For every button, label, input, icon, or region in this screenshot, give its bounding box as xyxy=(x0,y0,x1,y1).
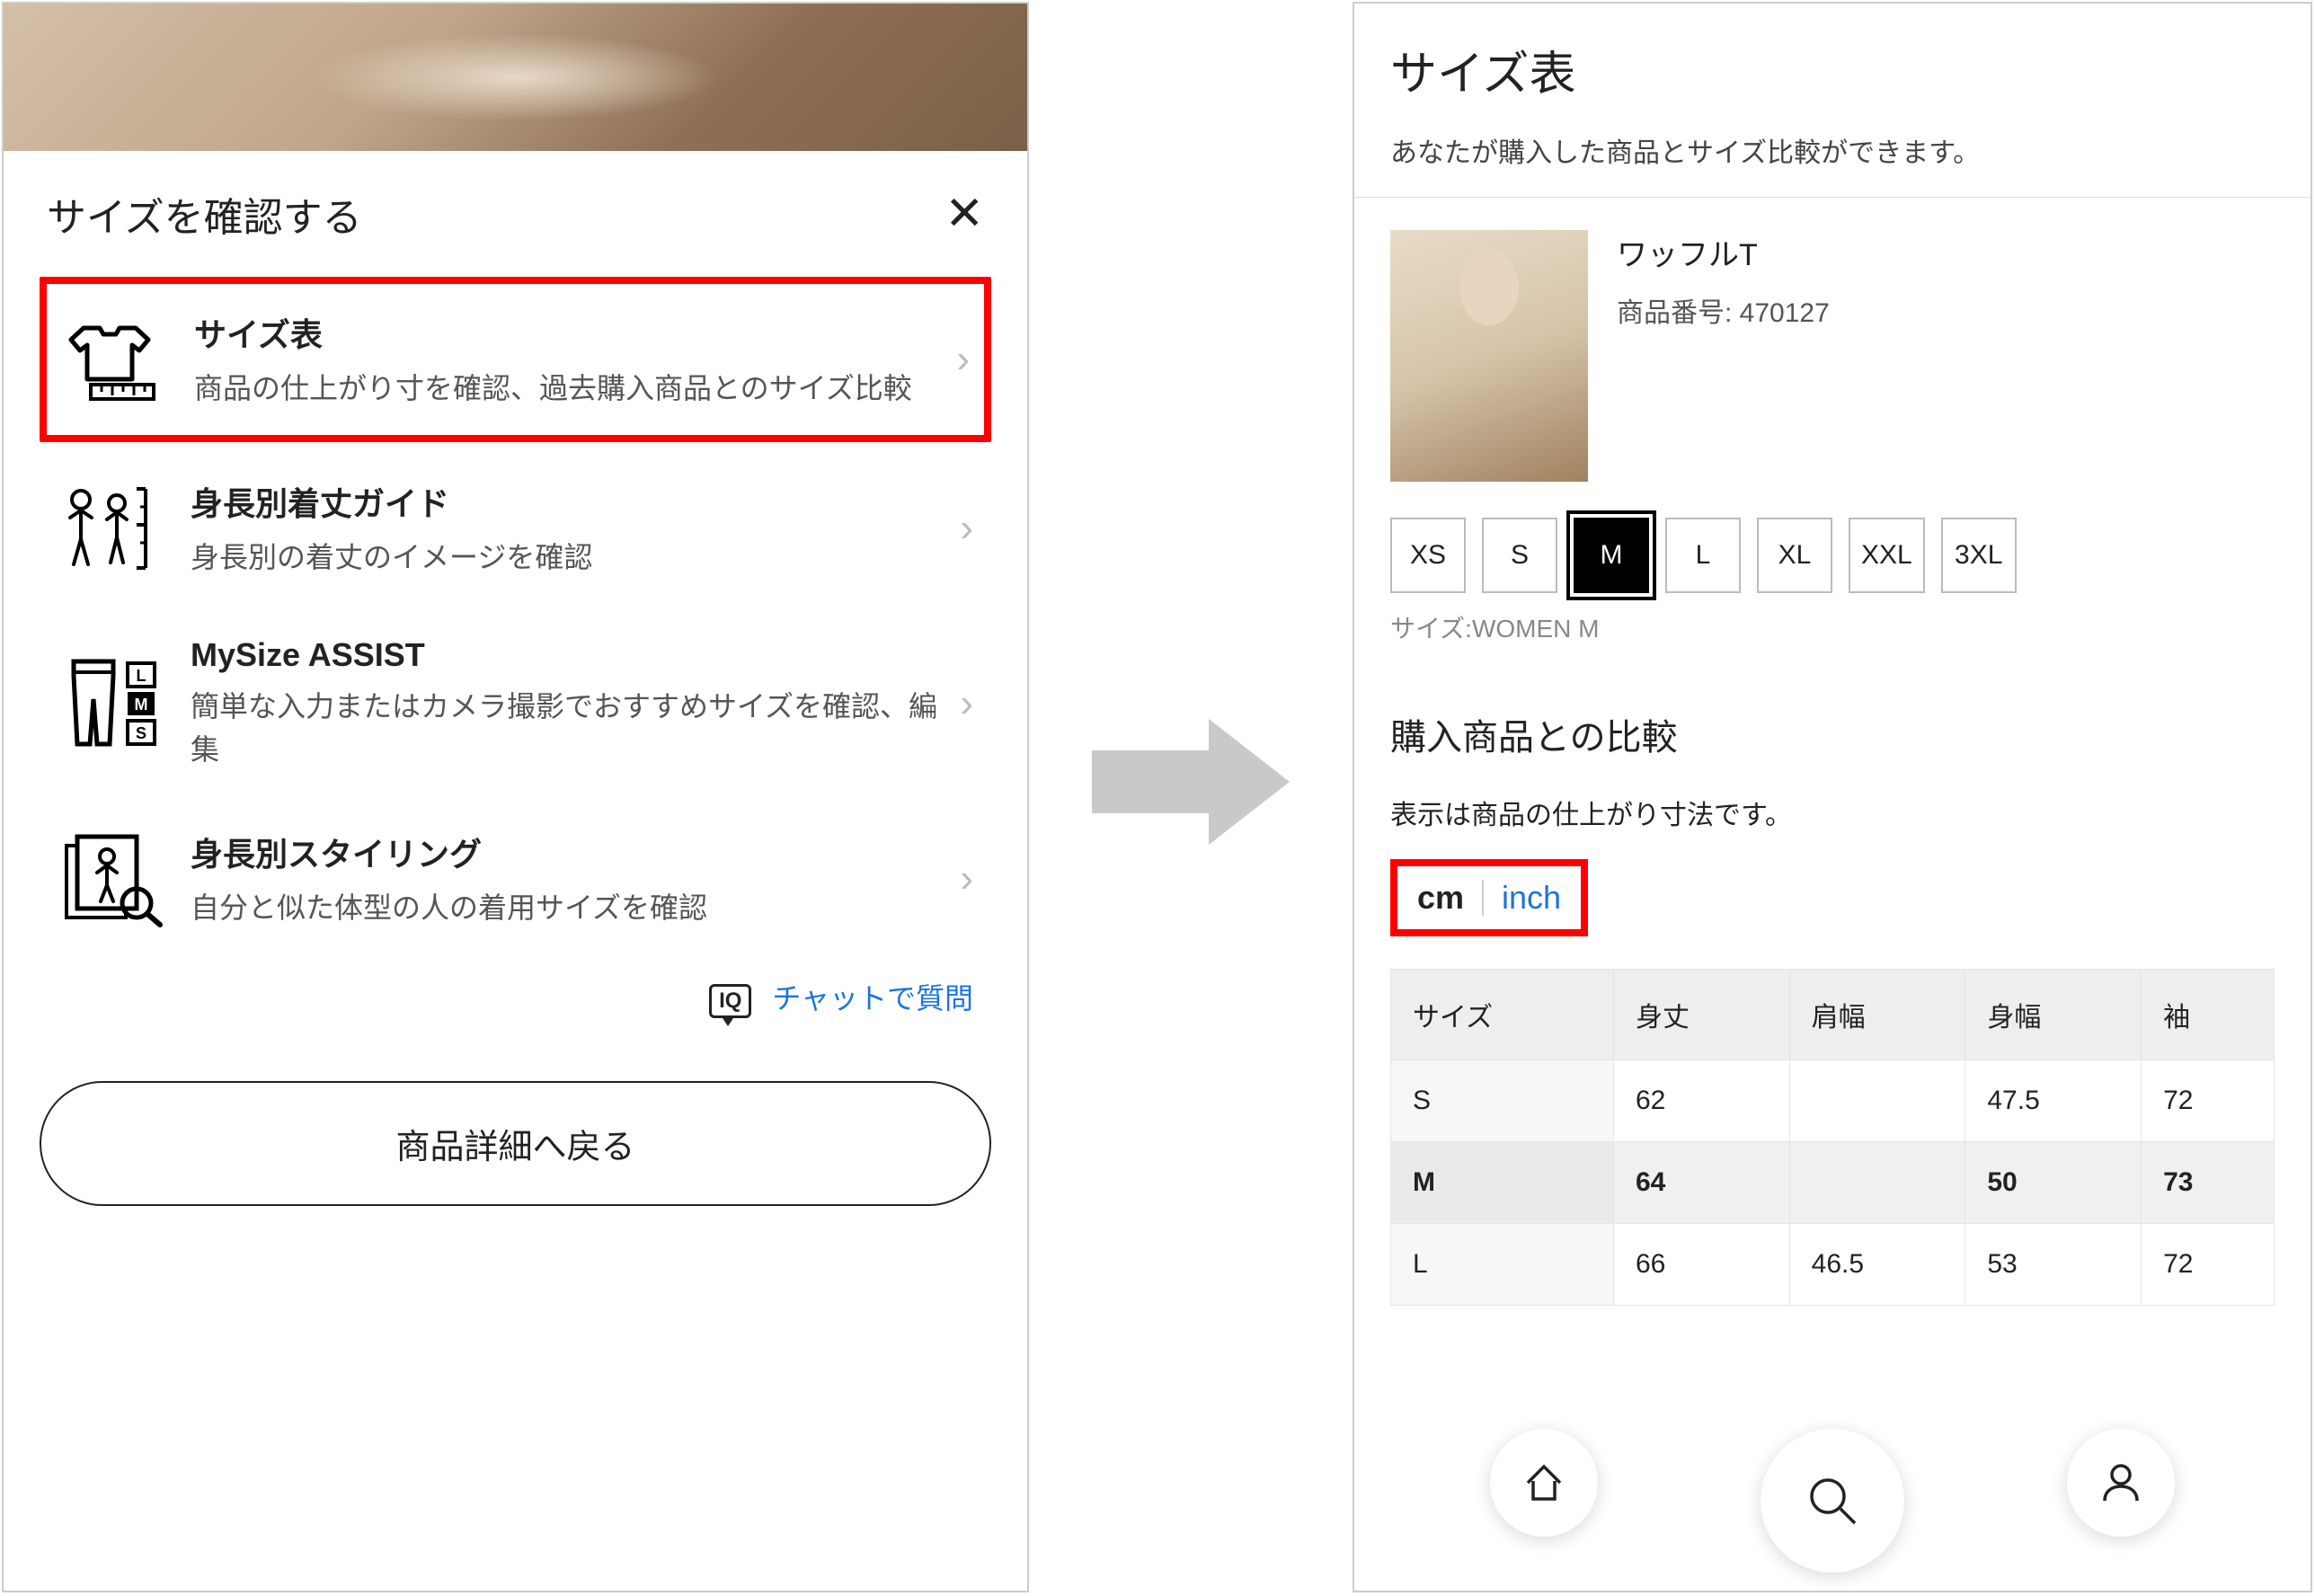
svg-text:M: M xyxy=(135,696,148,714)
table-cell: 64 xyxy=(1613,1142,1789,1224)
table-cell: 72 xyxy=(2142,1224,2275,1306)
option-desc: 自分と似た体型の人の着用サイズを確認 xyxy=(191,886,942,929)
chat-link-row: IQ チャットで質問 xyxy=(4,958,1027,1054)
divider xyxy=(1354,197,2311,198)
size-button-3xl[interactable]: 3XL xyxy=(1941,518,2017,593)
product-code: 商品番号: 470127 xyxy=(1617,290,1830,330)
size-button-l[interactable]: L xyxy=(1665,518,1741,593)
product-meta: ワッフルT 商品番号: 470127 xyxy=(1617,230,1830,482)
unit-inch-button[interactable]: inch xyxy=(1502,879,1561,917)
size-button-xxl[interactable]: XXL xyxy=(1849,518,1925,593)
option-title: 身長別スタイリング xyxy=(191,829,942,875)
chat-link[interactable]: チャットで質問 xyxy=(772,982,973,1015)
svg-text:S: S xyxy=(136,724,146,742)
table-cell-size: L xyxy=(1391,1224,1614,1306)
product-hero-image xyxy=(4,4,1027,151)
option-size-chart[interactable]: サイズ表 商品の仕上がり寸を確認、過去購入商品とのサイズ比較 › xyxy=(40,277,991,442)
chevron-right-icon: › xyxy=(960,506,973,551)
page-title: サイズ表 xyxy=(1390,36,2275,103)
flow-arrow-icon xyxy=(1092,719,1290,845)
search-button[interactable] xyxy=(1761,1429,1904,1573)
page-subtitle: あなたが購入した商品とサイズ比較ができます。 xyxy=(1390,130,2275,170)
option-title: サイズ表 xyxy=(194,309,938,356)
table-cell: 72 xyxy=(2142,1060,2275,1142)
option-text: 身長別着丈ガイド 身長別の着丈のイメージを確認 xyxy=(165,478,960,579)
table-cell-size: S xyxy=(1391,1060,1614,1142)
chat-iq-icon: IQ xyxy=(709,984,751,1018)
table-header: 身幅 xyxy=(1965,970,2142,1060)
table-cell: 66 xyxy=(1613,1224,1789,1306)
table-cell xyxy=(1789,1142,1965,1224)
unit-cm-button[interactable]: cm xyxy=(1417,879,1464,917)
table-row: L6646.55372 xyxy=(1391,1224,2275,1306)
bottom-nav xyxy=(1354,1429,2311,1573)
option-height-styling[interactable]: 身長別スタイリング 自分と似た体型の人の着用サイズを確認 › xyxy=(40,800,991,958)
table-cell: 47.5 xyxy=(1965,1060,2142,1142)
option-title: MySize ASSIST xyxy=(191,636,942,674)
modal-title: サイズを確認する xyxy=(47,185,362,243)
height-figures-icon xyxy=(58,483,165,573)
size-selector: XSSMLXLXXL3XL xyxy=(1390,518,2275,593)
table-cell-size: M xyxy=(1391,1142,1614,1224)
compare-note: 表示は商品の仕上がり寸法です。 xyxy=(1390,793,2275,832)
product-image xyxy=(1390,230,1588,482)
unit-separator xyxy=(1482,880,1484,916)
table-cell: 53 xyxy=(1965,1224,2142,1306)
option-title: 身長別着丈ガイド xyxy=(191,478,942,525)
table-header: 身丈 xyxy=(1613,970,1789,1060)
table-cell: 62 xyxy=(1613,1060,1789,1142)
pants-sizes-icon: L M S xyxy=(58,659,165,749)
chevron-right-icon: › xyxy=(960,681,973,726)
option-text: サイズ表 商品の仕上がり寸を確認、過去購入商品とのサイズ比較 xyxy=(169,309,956,410)
table-row: S62 47.572 xyxy=(1391,1060,2275,1142)
table-header: 袖 xyxy=(2142,970,2275,1060)
table-header: 肩幅 xyxy=(1789,970,1965,1060)
home-button[interactable] xyxy=(1490,1429,1598,1537)
option-desc: 商品の仕上がり寸を確認、過去購入商品とのサイズ比較 xyxy=(194,367,938,410)
option-desc: 身長別の着丈のイメージを確認 xyxy=(191,536,942,579)
unit-toggle: cm inch xyxy=(1390,859,1588,936)
svg-text:L: L xyxy=(137,667,146,685)
size-chart-panel: サイズ表 あなたが購入した商品とサイズ比較ができます。 ワッフルT 商品番号: … xyxy=(1353,2,2312,1592)
table-cell xyxy=(1789,1060,1965,1142)
close-icon[interactable]: ✕ xyxy=(945,191,984,237)
table-header: サイズ xyxy=(1391,970,1614,1060)
option-height-guide[interactable]: 身長別着丈ガイド 身長別の着丈のイメージを確認 › xyxy=(40,449,991,607)
tshirt-measure-icon xyxy=(61,315,169,404)
photo-search-icon xyxy=(58,834,165,924)
chevron-right-icon: › xyxy=(956,337,970,382)
product-name: ワッフルT xyxy=(1617,230,1830,274)
size-button-s[interactable]: S xyxy=(1482,518,1557,593)
compare-title: 購入商品との比較 xyxy=(1390,708,2275,760)
table-cell: 73 xyxy=(2142,1142,2275,1224)
modal-header: サイズを確認する ✕ xyxy=(4,151,1027,277)
size-options-list: サイズ表 商品の仕上がり寸を確認、過去購入商品とのサイズ比較 › xyxy=(4,277,1027,958)
size-button-m[interactable]: M xyxy=(1574,518,1649,593)
product-summary: ワッフルT 商品番号: 470127 xyxy=(1390,230,2275,482)
table-cell: 46.5 xyxy=(1789,1224,1965,1306)
table-cell: 50 xyxy=(1965,1142,2142,1224)
size-check-modal: サイズを確認する ✕ サイズ表 商品の仕上がり寸を確認、過去購入商品とのサイズ比… xyxy=(2,2,1029,1592)
size-table: サイズ身丈肩幅身幅袖 S6247.572M645073L6646.55372 xyxy=(1390,969,2275,1306)
account-button[interactable] xyxy=(2067,1429,2175,1537)
chevron-right-icon: › xyxy=(960,856,973,901)
size-button-xs[interactable]: XS xyxy=(1390,518,1466,593)
option-mysize-assist[interactable]: L M S MySize ASSIST 簡単な入力またはカメラ撮影でおすすめサイ… xyxy=(40,607,991,800)
option-desc: 簡単な入力またはカメラ撮影でおすすめサイズを確認、編集 xyxy=(191,685,942,771)
size-button-xl[interactable]: XL xyxy=(1757,518,1832,593)
back-to-product-button[interactable]: 商品詳細へ戻る xyxy=(40,1081,991,1206)
option-text: 身長別スタイリング 自分と似た体型の人の着用サイズを確認 xyxy=(165,829,960,929)
option-text: MySize ASSIST 簡単な入力またはカメラ撮影でおすすめサイズを確認、編… xyxy=(165,636,960,771)
table-row: M64 5073 xyxy=(1391,1142,2275,1224)
selected-size-label: サイズ:WOMEN M xyxy=(1390,609,2275,645)
